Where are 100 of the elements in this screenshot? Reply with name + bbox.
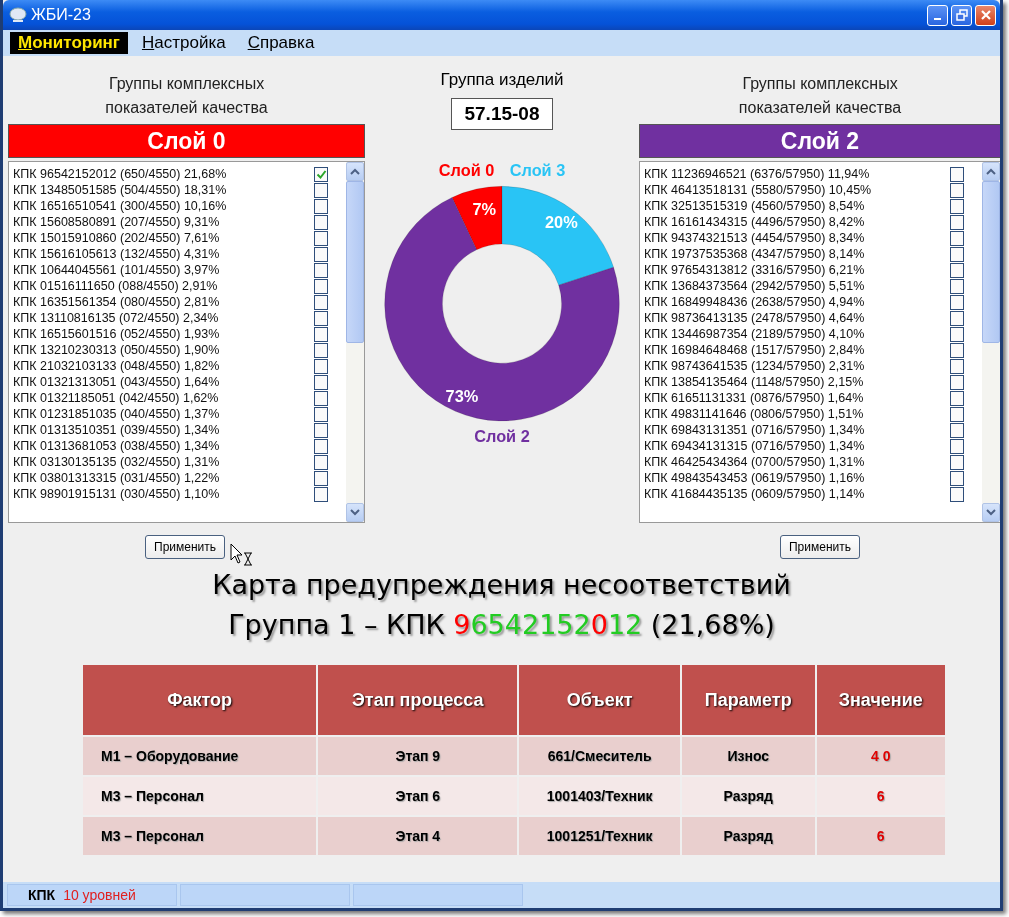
list-item[interactable]: КПК 46425434364 (0700/57950) 1,31% <box>644 455 865 469</box>
checkbox[interactable] <box>950 262 964 278</box>
checkbox[interactable] <box>314 390 328 406</box>
checkbox[interactable] <box>950 422 964 438</box>
checkbox[interactable] <box>950 342 964 358</box>
checkbox[interactable] <box>950 374 964 390</box>
list-item[interactable]: КПК 97654313812 (3316/57950) 6,21% <box>644 263 865 277</box>
list-item[interactable]: КПК 10644045561 (101/4550) 3,97% <box>13 263 220 277</box>
menu-item[interactable]: Настройка <box>133 32 234 54</box>
list-item[interactable]: КПК 13446987354 (2189/57950) 4,10% <box>644 327 865 341</box>
list-item[interactable]: КПК 01313510351 (039/4550) 1,34% <box>13 423 220 437</box>
checkbox[interactable] <box>314 326 328 342</box>
checkbox[interactable] <box>950 358 964 374</box>
list-item[interactable]: КПК 15616105613 (132/4550) 4,31% <box>13 247 220 261</box>
checkbox[interactable] <box>950 406 964 422</box>
checkbox[interactable] <box>314 182 328 198</box>
checkbox[interactable] <box>950 390 964 406</box>
list-item[interactable]: КПК 13110816135 (072/4550) 2,34% <box>13 311 219 325</box>
checkbox[interactable] <box>314 198 328 214</box>
menu-item[interactable]: Справка <box>239 32 323 54</box>
list-item[interactable]: КПК 98901915131 (030/4550) 1,10% <box>13 487 220 501</box>
list-item[interactable]: КПК 03130135135 (032/4550) 1,31% <box>13 455 220 469</box>
list-item[interactable]: КПК 96542152012 (650/4550) 21,68% <box>13 167 227 181</box>
table-cell: Износ <box>682 737 815 775</box>
checkbox[interactable] <box>950 166 964 182</box>
list-item[interactable]: КПК 49831141646 (0806/57950) 1,51% <box>644 407 864 421</box>
checkbox[interactable] <box>314 246 328 262</box>
list-item[interactable]: КПК 16351561354 (080/4550) 2,81% <box>13 295 220 309</box>
menu-item[interactable]: Мониторинг <box>10 32 128 54</box>
close-button[interactable] <box>975 4 996 26</box>
list-item[interactable]: КПК 49843543453 (0619/57950) 1,16% <box>644 471 865 485</box>
checkbox[interactable] <box>314 422 328 438</box>
scroll-down-icon[interactable] <box>986 509 996 516</box>
scroll-up-icon[interactable] <box>350 168 360 175</box>
list-item[interactable]: КПК 01321185051 (042/4550) 1,62% <box>13 391 219 405</box>
checkbox[interactable] <box>314 438 328 454</box>
scrollbar[interactable] <box>982 162 1000 522</box>
list-item[interactable]: КПК 16849948436 (2638/57950) 4,94% <box>644 295 865 309</box>
checkbox[interactable] <box>950 214 964 230</box>
list-item[interactable]: КПК 61651131331 (0876/57950) 1,64% <box>644 391 864 405</box>
checkbox[interactable] <box>950 230 964 246</box>
list-item[interactable]: КПК 16516510541 (300/4550) 10,16% <box>13 199 227 213</box>
checkbox[interactable] <box>950 486 964 502</box>
checkbox[interactable] <box>314 358 328 374</box>
list-item[interactable]: КПК 46413518131 (5580/57950) 10,45% <box>644 183 872 197</box>
checkbox[interactable] <box>314 374 328 390</box>
checkbox[interactable] <box>314 470 328 486</box>
list-item[interactable]: КПК 15608580891 (207/4550) 9,31% <box>13 215 220 229</box>
list-item[interactable]: КПК 98736413135 (2478/57950) 4,64% <box>644 311 865 325</box>
checkbox[interactable] <box>950 470 964 486</box>
list-item[interactable]: КПК 19737535368 (4347/57950) 8,14% <box>644 247 865 261</box>
checkbox[interactable] <box>950 326 964 342</box>
list-item[interactable]: КПК 01313681053 (038/4550) 1,34% <box>13 439 220 453</box>
scrollbar[interactable] <box>346 162 364 522</box>
list-item[interactable]: КПК 94374321513 (4454/57950) 8,34% <box>644 231 865 245</box>
list-item[interactable]: КПК 11236946521 (6376/57950) 11,94% <box>644 167 870 181</box>
list-item[interactable]: КПК 01516111650 (088/4550) 2,91% <box>13 279 218 293</box>
list-item[interactable]: КПК 03801313315 (031/4550) 1,22% <box>13 471 220 485</box>
list-item[interactable]: КПК 16984648468 (1517/57950) 2,84% <box>644 343 865 357</box>
checkbox[interactable] <box>950 198 964 214</box>
list-item[interactable]: КПК 13684373564 (2942/57950) 5,51% <box>644 279 865 293</box>
checkbox[interactable] <box>314 294 328 310</box>
checkbox[interactable] <box>314 214 328 230</box>
list-item[interactable]: КПК 01321313051 (043/4550) 1,64% <box>13 375 220 389</box>
checkbox[interactable] <box>950 278 964 294</box>
checkbox[interactable] <box>950 310 964 326</box>
list-item[interactable]: КПК 16515601516 (052/4550) 1,93% <box>13 327 220 341</box>
checkbox[interactable] <box>314 262 328 278</box>
checkbox[interactable] <box>950 454 964 470</box>
scroll-up-icon[interactable] <box>986 168 996 175</box>
scroll-down-icon[interactable] <box>350 509 360 516</box>
list-item[interactable]: КПК 16161434315 (4496/57950) 8,42% <box>644 215 865 229</box>
checkbox[interactable] <box>314 454 328 470</box>
list-item[interactable]: КПК 13485051585 (504/4550) 18,31% <box>13 183 227 197</box>
checkbox[interactable] <box>314 166 328 182</box>
list-item[interactable]: КПК 98743641535 (1234/57950) 2,31% <box>644 359 865 373</box>
list-item[interactable]: КПК 21032103133 (048/4550) 1,82% <box>13 359 220 373</box>
category-label: Слой 0 <box>438 160 495 179</box>
list-item[interactable]: КПК 41684435135 (0609/57950) 1,14% <box>644 487 865 501</box>
checkbox[interactable] <box>314 486 328 502</box>
list-item[interactable]: КПК 32513515319 (4560/57950) 8,54% <box>644 199 865 213</box>
minimize-button[interactable] <box>927 4 948 26</box>
list-item[interactable]: КПК 15015910860 (202/4550) 7,61% <box>13 231 220 245</box>
checkbox[interactable] <box>314 342 328 358</box>
checkbox[interactable] <box>950 438 964 454</box>
checkbox[interactable] <box>314 406 328 422</box>
checkbox[interactable] <box>314 278 328 294</box>
checkbox[interactable] <box>314 310 328 326</box>
list-item[interactable]: КПК 69434131315 (0716/57950) 1,34% <box>644 439 865 453</box>
checkbox[interactable] <box>314 230 328 246</box>
checkbox[interactable] <box>950 294 964 310</box>
restore-button[interactable] <box>951 4 972 26</box>
checkbox[interactable] <box>950 246 964 262</box>
apply-button[interactable]: Применить <box>145 535 225 559</box>
list-item[interactable]: КПК 69843131351 (0716/57950) 1,34% <box>644 423 865 437</box>
list-item[interactable]: КПК 01231851035 (040/4550) 1,37% <box>13 407 220 421</box>
apply-button[interactable]: Применить <box>780 535 860 559</box>
checkbox[interactable] <box>950 182 964 198</box>
list-item[interactable]: КПК 13854135464 (1148/57950) 2,15% <box>644 375 864 389</box>
list-item[interactable]: КПК 13210230313 (050/4550) 1,90% <box>13 343 220 357</box>
